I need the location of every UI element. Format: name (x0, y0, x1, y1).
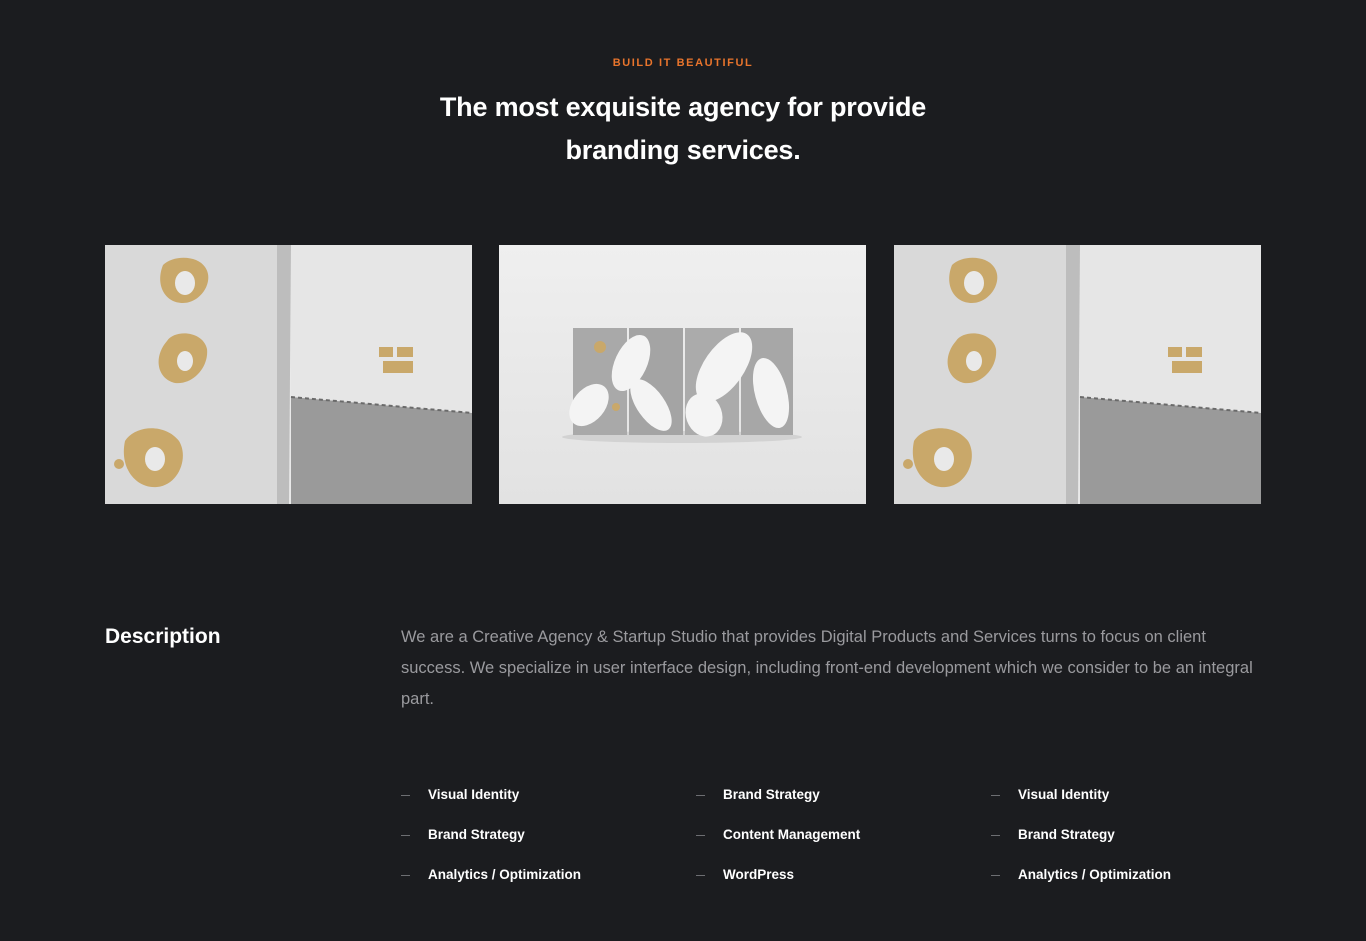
image-gallery (105, 245, 1261, 504)
service-label[interactable]: Brand Strategy (723, 784, 820, 806)
service-label[interactable]: Visual Identity (1018, 784, 1109, 806)
dash-icon (991, 795, 1000, 796)
packaging-photo (894, 245, 1261, 504)
description-heading: Description (105, 625, 221, 648)
packaging-photo (105, 245, 472, 504)
page: BUILD IT BEAUTIFUL The most exquisite ag… (0, 0, 1366, 941)
service-label[interactable]: Visual Identity (428, 784, 519, 806)
dash-icon (696, 795, 705, 796)
dash-icon (696, 835, 705, 836)
service-item: Brand Strategy (696, 784, 986, 824)
service-item: Brand Strategy (991, 824, 1281, 864)
service-item: Analytics / Optimization (991, 864, 1281, 904)
service-label[interactable]: Content Management (723, 824, 860, 846)
service-label[interactable]: Analytics / Optimization (1018, 864, 1171, 886)
gallery-image-2[interactable] (499, 245, 866, 504)
gallery-image-1[interactable] (105, 245, 472, 504)
dash-icon (401, 875, 410, 876)
services-column: Brand Strategy Content Management WordPr… (696, 784, 986, 904)
services-column: Visual Identity Brand Strategy Analytics… (991, 784, 1281, 904)
dash-icon (401, 835, 410, 836)
services-column: Visual Identity Brand Strategy Analytics… (401, 784, 691, 904)
service-label[interactable]: Brand Strategy (1018, 824, 1115, 846)
service-item: Content Management (696, 824, 986, 864)
box-set-photo (499, 245, 866, 504)
service-label[interactable]: Analytics / Optimization (428, 864, 581, 886)
section-headline: The most exquisite agency for provide br… (439, 92, 927, 165)
dash-icon (696, 875, 705, 876)
service-item: Analytics / Optimization (401, 864, 691, 904)
dash-icon (991, 875, 1000, 876)
dash-icon (991, 835, 1000, 836)
service-item: WordPress (696, 864, 986, 904)
service-item: Brand Strategy (401, 824, 691, 864)
gallery-image-3[interactable] (894, 245, 1261, 504)
service-item: Visual Identity (991, 784, 1281, 824)
service-item: Visual Identity (401, 784, 691, 824)
dash-icon (401, 795, 410, 796)
service-label[interactable]: Brand Strategy (428, 824, 525, 846)
service-label[interactable]: WordPress (723, 864, 794, 886)
services-list: Visual Identity Brand Strategy Analytics… (401, 784, 1271, 904)
description-text: We are a Creative Agency & Startup Studi… (401, 628, 1253, 708)
section-eyebrow: BUILD IT BEAUTIFUL (612, 57, 754, 69)
